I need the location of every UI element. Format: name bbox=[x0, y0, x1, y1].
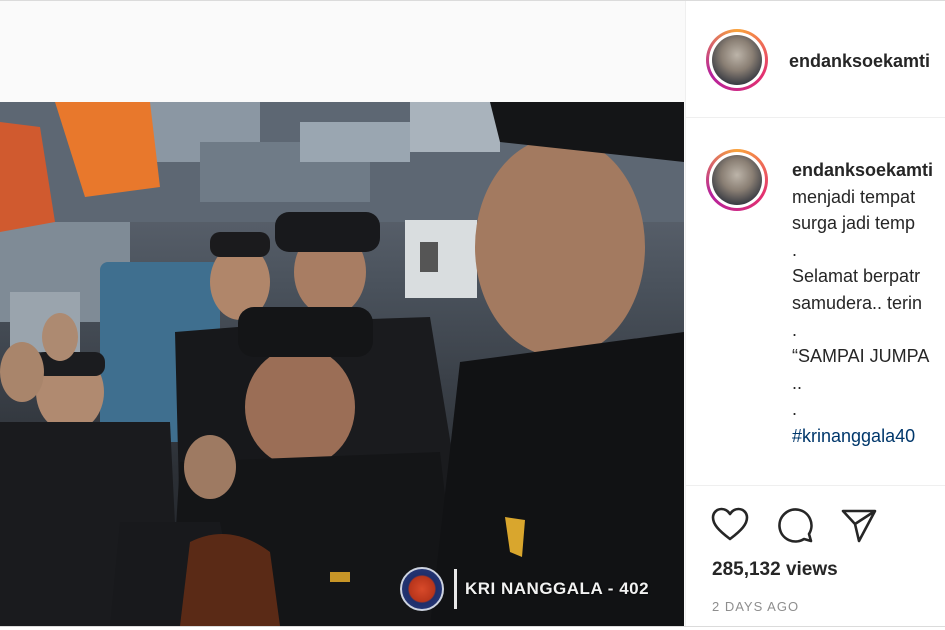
caption-avatar[interactable] bbox=[706, 149, 768, 211]
comment-icon[interactable] bbox=[775, 505, 815, 545]
header-username-link[interactable]: endanksoekamti bbox=[789, 51, 930, 72]
video-watermark: KRI NANGGALA - 402 bbox=[400, 567, 649, 611]
instagram-post: KRI NANGGALA - 402 endanksoekamti endank… bbox=[0, 0, 945, 630]
hashtag-link[interactable]: #krinanggala40 bbox=[792, 423, 945, 450]
caption-line: Selamat berpatr bbox=[792, 266, 921, 287]
avatar[interactable] bbox=[706, 29, 768, 91]
caption-line: surga jadi temp bbox=[792, 213, 916, 234]
heart-icon[interactable] bbox=[710, 505, 750, 545]
video-player[interactable]: KRI NANGGALA - 402 bbox=[0, 102, 684, 626]
post-sidebar: endanksoekamti endanksoekamti menjadi te… bbox=[686, 1, 945, 626]
caption-line: samudera.. terin bbox=[792, 292, 923, 313]
actions-divider bbox=[686, 485, 945, 486]
caption-line: . bbox=[792, 319, 798, 340]
navy-emblem-icon bbox=[400, 567, 444, 611]
comment-icon-svg bbox=[778, 508, 813, 543]
view-count[interactable]: 285,132 views bbox=[712, 559, 838, 581]
post-header: endanksoekamti bbox=[686, 1, 945, 118]
watermark-divider bbox=[454, 569, 457, 609]
post-caption: endanksoekamti menjadi tempat surga jadi… bbox=[792, 157, 945, 450]
bottom-border bbox=[0, 626, 945, 627]
video-frame bbox=[0, 102, 684, 626]
avatar-image bbox=[712, 155, 762, 205]
watermark-text: KRI NANGGALA - 402 bbox=[465, 579, 650, 598]
caption-username-link[interactable]: endanksoekamti bbox=[792, 157, 945, 184]
post-timestamp[interactable]: 2 DAYS AGO bbox=[712, 599, 799, 614]
caption-line: . bbox=[792, 239, 798, 260]
paper-plane-icon-svg bbox=[841, 509, 877, 543]
caption-line: menjadi tempat bbox=[792, 186, 916, 207]
paper-plane-icon[interactable] bbox=[839, 505, 879, 545]
heart-icon-svg bbox=[711, 507, 749, 541]
avatar-ring-inner bbox=[709, 152, 765, 208]
caption-line: . bbox=[792, 399, 798, 420]
media-column: KRI NANGGALA - 402 bbox=[0, 1, 685, 626]
avatar-ring-inner bbox=[709, 32, 765, 88]
caption-line: “SAMPAI JUMPA bbox=[792, 346, 930, 367]
caption-line: .. bbox=[792, 372, 803, 393]
avatar-image bbox=[712, 35, 762, 85]
